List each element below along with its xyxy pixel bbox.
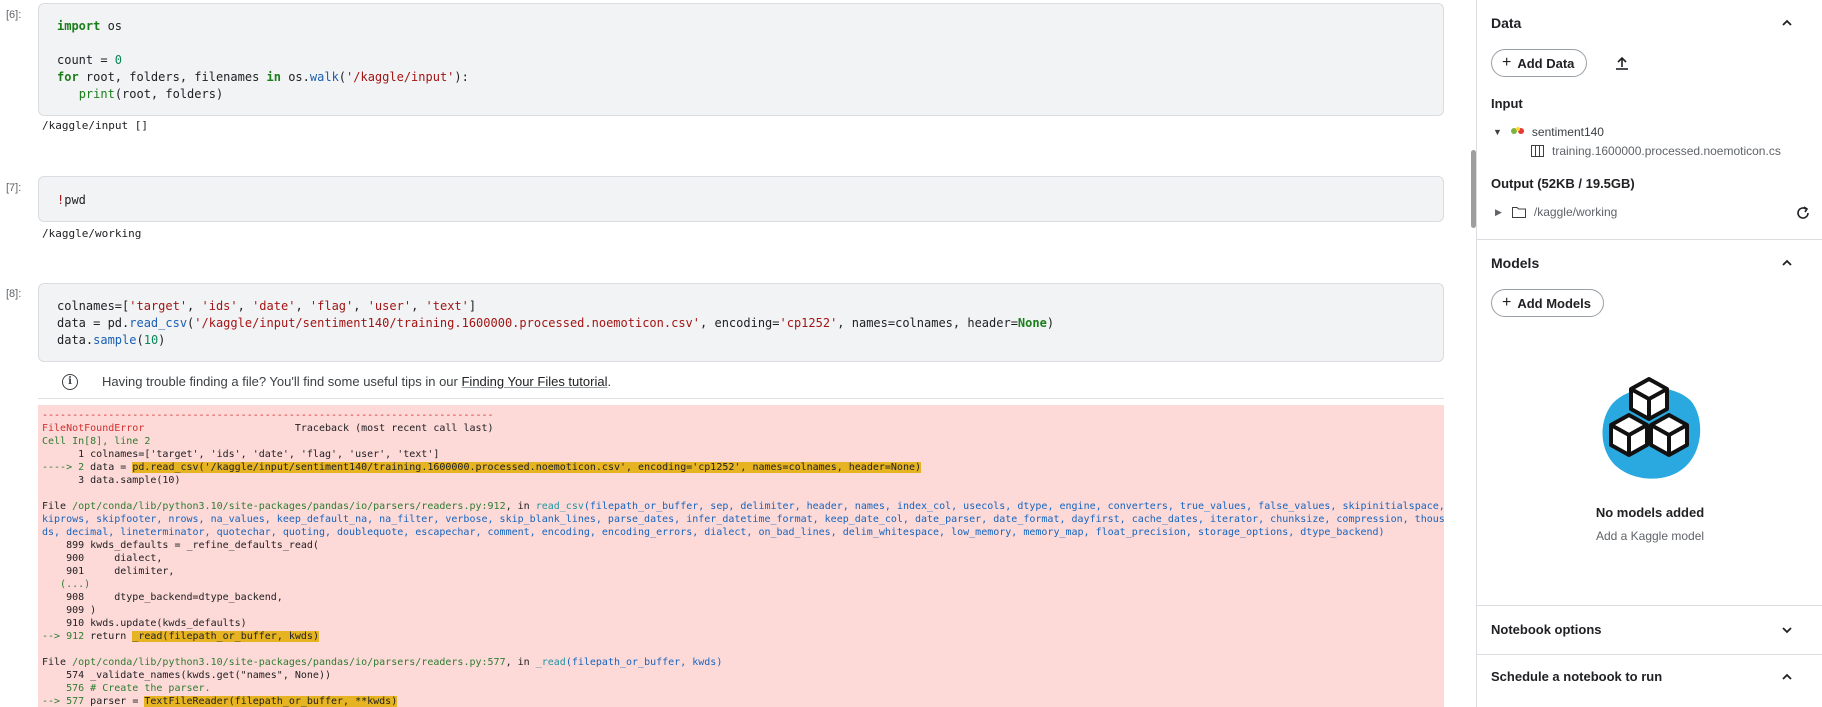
- dataset-icon: [1510, 126, 1526, 138]
- side-panel: Data + Add Data Input ▼ sentiment140 trai…: [1476, 0, 1822, 707]
- code-line: count = 0: [57, 53, 123, 67]
- file-name: training.1600000.processed.noemoticon.cs: [1552, 144, 1781, 158]
- traceback-file-label: File: [42, 501, 73, 512]
- traceback-highlight: TextFileReader(filepath_or_buffer, **kwd…: [144, 696, 398, 707]
- info-icon: i: [62, 373, 78, 390]
- traceback-comment: 576 # Create the parser.: [42, 683, 211, 694]
- traceback-line: data =: [90, 462, 133, 473]
- chevron-down-icon[interactable]: [1778, 621, 1796, 639]
- traceback-in: , in: [505, 501, 536, 512]
- traceback-arrow: --> 912: [42, 631, 91, 642]
- file-tip-banner: i Having trouble finding a file? You'll …: [38, 365, 1444, 399]
- error-name: FileNotFoundError: [42, 423, 145, 434]
- add-models-button[interactable]: + Add Models: [1491, 289, 1605, 317]
- traceback-line: 908 dtype_backend=dtype_backend,: [42, 592, 283, 603]
- models-empty-illustration: [1593, 373, 1705, 485]
- cell-prompt: [8]:: [6, 288, 22, 300]
- no-models-text: No models added: [1595, 505, 1705, 520]
- traceback-line: 899 kwds_defaults = _refine_defaults_rea…: [42, 540, 319, 551]
- error-traceback: ----------------------------------------…: [38, 405, 1444, 707]
- cell-prompt: [7]:: [6, 182, 22, 194]
- traceback-line: parser =: [90, 696, 145, 707]
- traceback-divider: ----------------------------------------…: [42, 410, 494, 421]
- folder-icon: [1511, 206, 1526, 218]
- traceback-ellipsis: (...): [42, 579, 91, 590]
- traceback-file-label: File: [42, 657, 73, 668]
- file-tree-item[interactable]: training.1600000.processed.noemoticon.cs: [1531, 144, 1821, 158]
- traceback-line: 3 data.sample(10): [42, 475, 181, 486]
- traceback-highlight: pd.read_csv('/kaggle/input/sentiment140/…: [132, 462, 922, 473]
- dataset-tree-item[interactable]: ▼ sentiment140: [1493, 125, 1604, 139]
- section-divider: [1477, 605, 1822, 606]
- add-models-label: Add Models: [1517, 295, 1592, 311]
- chevron-up-icon[interactable]: [1778, 668, 1796, 686]
- code-cell[interactable]: colnames=['target', 'ids', 'date', 'flag…: [38, 283, 1444, 362]
- traceback-line: 910 kwds.update(kwds_defaults): [42, 618, 247, 629]
- cell-prompt: [6]:: [6, 9, 22, 21]
- code-line: import os: [57, 19, 123, 33]
- traceback-highlight: _read(filepath_or_buffer, kwds): [132, 631, 319, 642]
- caret-right-icon: ▶: [1495, 206, 1502, 217]
- traceback-function: read_csv: [535, 501, 584, 512]
- output-tree-item[interactable]: ▶ /kaggle/working: [1495, 205, 1617, 219]
- chevron-up-icon[interactable]: [1778, 14, 1796, 32]
- traceback-line: 574 _validate_names(kwds.get("names", No…: [42, 670, 331, 681]
- models-section-title: Models: [1491, 255, 1540, 271]
- finding-files-tutorial-link[interactable]: Finding Your Files tutorial: [461, 374, 607, 389]
- code-line: colnames=['target', 'ids', 'date', 'flag…: [57, 299, 477, 313]
- code-line: print(root, folders): [78, 87, 224, 101]
- caret-down-icon: ▼: [1493, 127, 1502, 137]
- traceback-title: Traceback (most recent call last): [294, 423, 494, 434]
- traceback-function: _read: [535, 657, 566, 668]
- cell-output: /kaggle/input []: [42, 119, 148, 132]
- notebook-options-title[interactable]: Notebook options: [1491, 622, 1602, 637]
- traceback-line: 901 delimiter,: [42, 566, 175, 577]
- traceback-signature: (filepath_or_buffer, kwds): [565, 657, 723, 668]
- code-cell[interactable]: import os count = 0 for root, folders, f…: [38, 3, 1444, 116]
- traceback-line: 909 ): [42, 605, 97, 616]
- traceback-arrow: --> 577: [42, 696, 91, 707]
- code-line: for root, folders, filenames in os.walk(…: [57, 70, 469, 84]
- upload-icon[interactable]: [1613, 55, 1631, 73]
- traceback-cell-ref: Cell In[8], line 2: [42, 436, 151, 447]
- plus-icon: +: [1502, 54, 1512, 71]
- traceback-in: , in: [505, 657, 536, 668]
- plus-icon: +: [1502, 294, 1512, 311]
- add-kaggle-model-text: Add a Kaggle model: [1595, 529, 1705, 543]
- schedule-notebook-title[interactable]: Schedule a notebook to run: [1491, 669, 1662, 684]
- input-section-title: Input: [1491, 96, 1523, 111]
- tip-text: Having trouble finding a file? You'll fi…: [102, 374, 612, 389]
- code-line: data.sample(10): [57, 333, 166, 347]
- chevron-up-icon[interactable]: [1778, 254, 1796, 272]
- traceback-file-path: /opt/conda/lib/python3.10/site-packages/…: [72, 501, 506, 512]
- data-section-title: Data: [1491, 15, 1522, 31]
- traceback-line: 1 colnames=['target', 'ids', 'date', 'fl…: [42, 449, 440, 460]
- notebook-editor: [6]: import os count = 0 for root, folde…: [0, 0, 1476, 707]
- traceback-file-path: /opt/conda/lib/python3.10/site-packages/…: [72, 657, 506, 668]
- traceback-signature: ds, decimal, lineterminator, quotechar, …: [42, 527, 1385, 538]
- code-line: data = pd.read_csv('/kaggle/input/sentim…: [57, 316, 1055, 330]
- refresh-icon[interactable]: [1795, 205, 1811, 221]
- output-dir: /kaggle/working: [1533, 205, 1618, 219]
- traceback-signature: (filepath_or_buffer, sep, delimiter, hea…: [583, 501, 1444, 512]
- traceback-arrow: ----> 2: [42, 462, 91, 473]
- code-cell[interactable]: !pwd: [38, 176, 1444, 222]
- add-data-button[interactable]: + Add Data: [1491, 49, 1588, 77]
- traceback-signature: kiprows, skipfooter, nrows, na_values, k…: [42, 514, 1444, 525]
- section-divider: [1477, 239, 1822, 240]
- table-file-icon: [1531, 145, 1544, 157]
- traceback-line: return: [90, 631, 133, 642]
- section-divider: [1477, 654, 1822, 655]
- cell-output: /kaggle/working: [42, 227, 142, 240]
- dataset-name: sentiment140: [1531, 125, 1604, 139]
- traceback-line: 900 dialect,: [42, 553, 163, 564]
- add-data-label: Add Data: [1517, 55, 1575, 71]
- output-section-title: Output (52KB / 19.5GB): [1491, 176, 1635, 191]
- code-line: !pwd: [57, 193, 86, 207]
